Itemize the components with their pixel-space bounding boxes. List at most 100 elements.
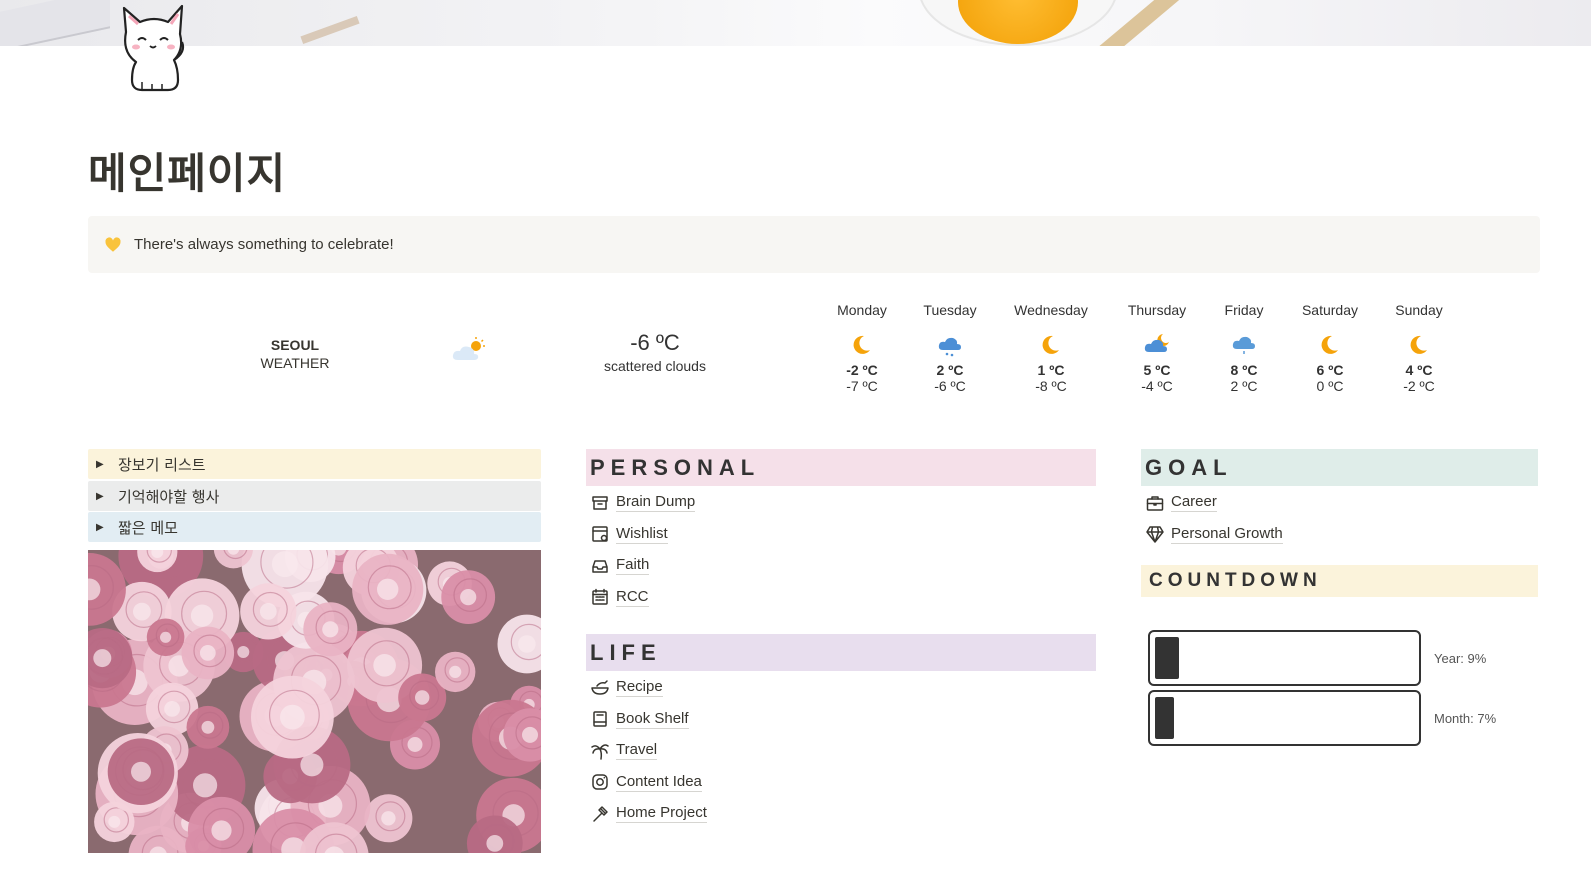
link-label[interactable]: Travel xyxy=(616,741,658,761)
forecast-low: 0 ºC xyxy=(1316,378,1344,394)
forecast-day-sunday: Sunday 4 ºC -2 ºC xyxy=(1374,302,1464,394)
instagram-icon xyxy=(592,774,608,790)
book-icon xyxy=(593,711,607,727)
life-header: LIFE xyxy=(586,634,1096,671)
year-progress-fill xyxy=(1155,637,1179,679)
moon-icon xyxy=(853,335,870,354)
callout: There's always something to celebrate! xyxy=(88,216,1540,273)
cover-device xyxy=(0,0,110,46)
goal-link-career[interactable]: Career xyxy=(1141,487,1283,519)
toggle-label: 기억해야할 행사 xyxy=(118,487,220,506)
forecast-low: -8 ºC xyxy=(1035,378,1067,394)
weather-current: -6 ºC scattered clouds xyxy=(580,330,730,374)
cat-icon[interactable] xyxy=(118,2,190,94)
forecast-low: -4 ºC xyxy=(1141,378,1173,394)
moon-icon xyxy=(1321,335,1338,354)
forecast-high: -2 ºC xyxy=(846,362,878,378)
link-label[interactable]: Content Idea xyxy=(616,773,702,792)
link-label[interactable]: Book Shelf xyxy=(616,710,689,729)
personal-link-brain-dump[interactable]: Brain Dump xyxy=(586,487,696,519)
link-label[interactable]: Wishlist xyxy=(616,525,668,544)
year-progress-label: Year: 9% xyxy=(1434,651,1487,666)
cloud-sun-icon xyxy=(452,337,485,360)
life-link-book-shelf[interactable]: Book Shelf xyxy=(586,704,707,736)
toggle-label: 장보기 리스트 xyxy=(118,455,206,474)
forecast-day-label: Sunday xyxy=(1395,302,1443,318)
forecast-day-monday: Monday -2 ºC -7 ºC xyxy=(817,302,907,394)
triangle-right-icon[interactable]: ▶ xyxy=(96,459,106,470)
forecast-day-thursday: Thursday 5 ºC -4 ºC xyxy=(1112,302,1202,394)
callout-text: There's always something to celebrate! xyxy=(134,236,394,253)
month-progress-fill xyxy=(1155,697,1174,739)
inbox-icon xyxy=(592,560,608,573)
link-label[interactable]: Personal Growth xyxy=(1171,525,1283,544)
link-label[interactable]: Faith xyxy=(616,556,650,576)
forecast-high: 1 ºC xyxy=(1037,362,1065,378)
weather-city: SEOUL xyxy=(270,337,320,353)
current-temperature: -6 ºC xyxy=(630,330,680,355)
flowers-illustration xyxy=(88,550,541,853)
card-icon xyxy=(592,526,608,542)
moon-icon xyxy=(1410,335,1427,354)
forecast-day-saturday: Saturday 6 ºC 0 ºC xyxy=(1285,302,1375,394)
toggle-shopping-list[interactable]: ▶ 장보기 리스트 xyxy=(88,449,541,479)
forecast-day-label: Saturday xyxy=(1301,302,1359,318)
forecast-day-wednesday: Wednesday 1 ºC -8 ºC xyxy=(1006,302,1096,394)
year-progress-bar xyxy=(1148,630,1421,686)
forecast-day-label: Tuesday xyxy=(923,302,977,318)
page-title: 메인페이지 xyxy=(88,149,287,198)
flowers-image xyxy=(88,550,541,853)
triangle-right-icon[interactable]: ▶ xyxy=(96,491,106,502)
link-label[interactable]: Home Project xyxy=(616,804,707,824)
rain-cloud-icon xyxy=(1232,336,1255,354)
diamond-icon xyxy=(1146,526,1164,543)
personal-link-faith[interactable]: Faith xyxy=(586,550,695,582)
forecast-day-label: Friday xyxy=(1224,302,1264,318)
cover-image xyxy=(0,0,1591,46)
countdown-header: COUNTDOWN xyxy=(1141,565,1538,597)
snow-cloud-icon xyxy=(938,337,961,357)
life-link-content-idea[interactable]: Content Idea xyxy=(586,767,707,799)
month-progress-bar xyxy=(1148,690,1421,746)
goal-link-personal-growth[interactable]: Personal Growth xyxy=(1141,519,1283,551)
link-label[interactable]: Brain Dump xyxy=(616,493,696,513)
bowl-icon xyxy=(591,680,609,695)
forecast-high: 2 ºC xyxy=(936,362,964,378)
forecast-high: 6 ºC xyxy=(1316,362,1344,378)
toggle-label: 짧은 메모 xyxy=(118,518,178,537)
forecast-high: 8 ºC xyxy=(1230,362,1258,378)
personal-link-wishlist[interactable]: Wishlist xyxy=(586,519,695,551)
cover-stick xyxy=(1098,0,1201,46)
triangle-right-icon[interactable]: ▶ xyxy=(96,522,106,533)
weather-description: scattered clouds xyxy=(604,358,706,374)
yellow-heart-icon xyxy=(105,236,121,252)
moon-icon xyxy=(1042,335,1059,354)
forecast-low: -7 ºC xyxy=(846,378,878,394)
personal-links: Brain Dump Wishlist Faith RCC xyxy=(586,487,696,614)
life-link-travel[interactable]: Travel xyxy=(586,735,707,767)
weather-location: SEOUL WEATHER xyxy=(240,336,350,372)
calendar-icon xyxy=(592,589,608,605)
forecast-day-friday: Friday 8 ºC 2 ºC xyxy=(1199,302,1289,394)
life-link-recipe[interactable]: Recipe xyxy=(586,672,707,704)
toggle-short-memo[interactable]: ▶ 짧은 메모 xyxy=(88,512,541,542)
forecast-day-label: Thursday xyxy=(1127,302,1187,318)
forecast-day-tuesday: Tuesday 2 ºC -6 ºC xyxy=(905,302,995,394)
forecast-low: -6 ºC xyxy=(934,378,966,394)
forecast-day-label: Monday xyxy=(837,302,887,318)
goal-links: Career Personal Growth xyxy=(1141,487,1283,550)
link-label[interactable]: RCC xyxy=(616,588,649,607)
goal-header: GOAL xyxy=(1141,449,1538,486)
link-label[interactable]: Recipe xyxy=(616,678,663,698)
hammer-icon xyxy=(593,806,608,822)
forecast-high: 4 ºC xyxy=(1405,362,1433,378)
palm-tree-icon xyxy=(591,744,609,760)
forecast-low: -2 ºC xyxy=(1403,378,1435,394)
personal-link-rcc[interactable]: RCC xyxy=(586,582,695,614)
forecast-day-label: Wednesday xyxy=(1014,302,1088,318)
toggle-events[interactable]: ▶ 기억해야할 행사 xyxy=(88,481,541,511)
forecast-high: 5 ºC xyxy=(1143,362,1171,378)
life-link-home-project[interactable]: Home Project xyxy=(586,798,707,830)
cloud-moon-icon xyxy=(1144,334,1169,352)
link-label[interactable]: Career xyxy=(1171,493,1217,513)
